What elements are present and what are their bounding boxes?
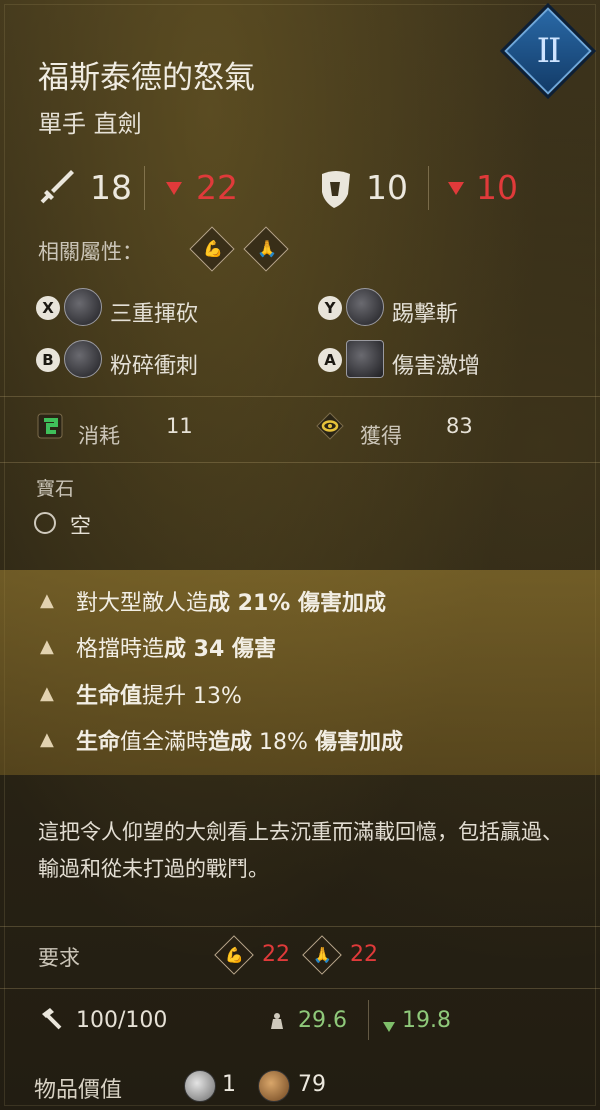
sword-icon [38,166,78,206]
damage-surge-skill-icon [346,340,384,378]
gain-label: 獲得 [360,424,402,448]
weight-down-icon [383,1017,395,1036]
triple-slash-skill-icon [64,288,102,326]
gem-label: 寶石 [36,478,75,500]
gain-icon [316,412,344,440]
pray-icon: 🙏 [313,946,332,964]
hammer-icon [38,1006,64,1032]
gain-value: 83 [446,414,473,438]
perk-bullet-icon: ▲ [40,636,54,657]
silver-value: 1 [222,1072,236,1097]
divider [0,926,600,927]
silver-coin-icon [184,1070,216,1102]
weight-icon [268,1012,286,1030]
perk-bullet-icon: ▲ [40,590,54,611]
defense-value: 10 [366,168,408,207]
penalty-down-icon [166,180,182,199]
item-description: 這把令人仰望的大劍看上去沉重而滿載回憶，包括贏過、輸過和從未打過的戰鬥。 [38,820,563,881]
pray-icon: 🙏 [257,239,277,258]
weight-value: 29.6 [298,1008,347,1033]
consume-value: 11 [166,414,193,438]
bronze-value: 79 [298,1072,326,1097]
penalty-down-icon [448,180,464,199]
shatter-dash-skill-icon [64,340,102,378]
faith-requirement-value: 22 [350,942,378,967]
requirements-label: 要求 [38,946,80,970]
gem-slot-icon [34,512,56,534]
attack-penalty-value: 22 [196,168,238,207]
divider [428,166,429,210]
arm-icon: 💪 [225,946,244,964]
shield-icon [316,166,356,210]
perk-line: 對大型敵人造成 21% 傷害加成 [76,591,386,616]
strength-requirement-value: 22 [262,942,290,967]
perk-line: 生命值提升 13% [76,684,242,709]
durability-value: 100/100 [76,1008,168,1033]
y-button-icon: Y [318,296,342,320]
perk-line: 生命值全滿時造成 18% 傷害加成 [76,730,403,755]
x-button-icon: X [36,296,60,320]
consume-icon [36,412,64,440]
attack-value: 18 [90,168,132,207]
divider [0,988,600,989]
divider [0,396,600,397]
divider [368,1000,369,1040]
gem-slot-value: 空 [70,514,91,538]
item-value-label: 物品價值 [34,1078,123,1103]
arm-icon: 💪 [203,239,223,258]
defense-penalty-value: 10 [476,168,518,207]
perk-bullet-icon: ▲ [40,683,54,704]
b-button-icon: B [36,348,60,372]
bronze-coin-icon [258,1070,290,1102]
consume-label: 消耗 [78,424,120,448]
kick-slash-skill-icon [346,288,384,326]
weight-delta-value: 19.8 [402,1008,451,1033]
perk-bullet-icon: ▲ [40,729,54,750]
item-tooltip: II 福斯泰德的怒氣 單手 直劍 18 22 10 10 相關屬性： 💪 🙏 X… [0,0,600,1110]
divider [0,462,600,463]
a-button-icon: A [318,348,342,372]
divider [144,166,145,210]
perk-line: 格擋時造成 34 傷害 [76,637,276,662]
skill-name: 粉碎衝刺 [110,354,199,379]
skill-name: 傷害激增 [392,354,481,379]
affinity-label: 相關屬性： [38,240,143,264]
skill-name: 踢擊斬 [392,302,459,327]
skill-name: 三重揮砍 [110,302,199,327]
tier-label: II [536,31,562,71]
item-type: 單手 直劍 [38,110,142,138]
item-name: 福斯泰德的怒氣 [38,60,255,96]
